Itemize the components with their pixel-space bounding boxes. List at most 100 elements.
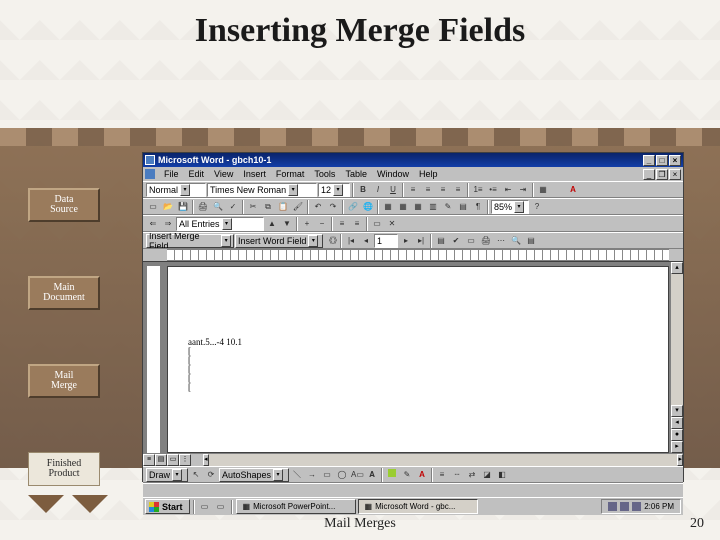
- nav-finished-product[interactable]: Finished Product: [28, 452, 100, 486]
- mailmerge-button[interactable]: ⋯: [494, 234, 508, 248]
- tray-icon[interactable]: [632, 502, 641, 511]
- redo-button[interactable]: ↷: [326, 200, 340, 214]
- insert-word-field-button[interactable]: Insert Word Field ▾: [235, 234, 323, 248]
- web-toolbar-button[interactable]: 🌐: [361, 200, 375, 214]
- wordart-button[interactable]: 𝐀: [365, 468, 379, 482]
- merge-printer-button[interactable]: 🖨: [479, 234, 493, 248]
- arrow-button[interactable]: →: [305, 468, 319, 482]
- rectangle-button[interactable]: ▭: [320, 468, 334, 482]
- bold-button[interactable]: B: [356, 183, 370, 197]
- expand-button[interactable]: +: [300, 217, 314, 231]
- view-merged-button[interactable]: 《》: [324, 234, 338, 248]
- drawing-button[interactable]: ✎: [441, 200, 455, 214]
- close-button[interactable]: ×: [669, 155, 681, 166]
- last-record-button[interactable]: ▸|: [414, 234, 428, 248]
- browse-object-button[interactable]: ●: [671, 429, 683, 441]
- select-objects-button[interactable]: ↖: [189, 468, 203, 482]
- align-center-button[interactable]: ≡: [421, 183, 435, 197]
- taskbar-powerpoint[interactable]: ▦ Microsoft PowerPoint...: [236, 499, 356, 514]
- quicklaunch-icon[interactable]: ▭: [214, 500, 228, 514]
- doc-minimize-button[interactable]: _: [643, 169, 655, 180]
- textbox-button[interactable]: A▭: [350, 468, 364, 482]
- doc-map-button[interactable]: ▤: [456, 200, 470, 214]
- master-doc-button[interactable]: ▭: [370, 217, 384, 231]
- menu-view[interactable]: View: [209, 169, 238, 179]
- scroll-down-button[interactable]: ▾: [671, 405, 683, 417]
- font-combo[interactable]: Times New Roman ▾: [207, 183, 317, 197]
- cut-button[interactable]: ✂: [246, 200, 260, 214]
- scroll-track[interactable]: [671, 274, 683, 405]
- merge-new-doc-button[interactable]: ▭: [464, 234, 478, 248]
- justify-button[interactable]: ≡: [451, 183, 465, 197]
- open-button[interactable]: 📂: [161, 200, 175, 214]
- prev-arrow-icon[interactable]: [28, 495, 64, 513]
- outline-view-button[interactable]: ⋮: [179, 454, 191, 466]
- menu-help[interactable]: Help: [414, 169, 443, 179]
- font-color-button[interactable]: A: [566, 183, 580, 197]
- line-color-button[interactable]: ✎: [400, 468, 414, 482]
- find-record-button[interactable]: 🔍: [509, 234, 523, 248]
- print-button[interactable]: 🖨: [196, 200, 210, 214]
- prev-page-button[interactable]: ◂: [671, 417, 683, 429]
- autoshapes-button[interactable]: AutoShapes ▾: [219, 468, 289, 482]
- normal-view-button[interactable]: ≡: [143, 454, 155, 466]
- scroll-up-button[interactable]: ▴: [671, 262, 683, 274]
- undo-button[interactable]: ↶: [311, 200, 325, 214]
- show-hide-button[interactable]: ¶: [471, 200, 485, 214]
- spellcheck-button[interactable]: ✓: [226, 200, 240, 214]
- menu-insert[interactable]: Insert: [238, 169, 271, 179]
- zoom-combo[interactable]: 85% ▾: [491, 200, 529, 214]
- oval-button[interactable]: ◯: [335, 468, 349, 482]
- outline-combo[interactable]: All Entries ▾: [176, 217, 264, 231]
- check-errors-button[interactable]: ✔: [449, 234, 463, 248]
- document-page[interactable]: aant.5...-4 10.1 [ [ [ [ [: [167, 266, 669, 453]
- doc-control-icon[interactable]: [145, 169, 155, 179]
- record-number-field[interactable]: 1: [374, 234, 398, 248]
- next-arrow-icon[interactable]: [72, 495, 108, 513]
- close-header-button[interactable]: ✕: [385, 217, 399, 231]
- move-down-button[interactable]: ▼: [280, 217, 294, 231]
- nav-main-document[interactable]: Main Document: [28, 276, 100, 310]
- line-button[interactable]: ＼: [290, 468, 304, 482]
- save-button[interactable]: 💾: [176, 200, 190, 214]
- paste-button[interactable]: 📋: [276, 200, 290, 214]
- move-up-button[interactable]: ▲: [265, 217, 279, 231]
- next-record-button[interactable]: ▸: [399, 234, 413, 248]
- dash-style-button[interactable]: ┄: [450, 468, 464, 482]
- menu-window[interactable]: Window: [372, 169, 414, 179]
- arrow-style-button[interactable]: ⇄: [465, 468, 479, 482]
- numbered-list-button[interactable]: 1≡: [471, 183, 485, 197]
- scroll-right-button[interactable]: ▸: [677, 454, 683, 466]
- edit-data-source-button[interactable]: ▤: [524, 234, 538, 248]
- new-doc-button[interactable]: ▭: [146, 200, 160, 214]
- menu-table[interactable]: Table: [340, 169, 372, 179]
- align-right-button[interactable]: ≡: [436, 183, 450, 197]
- nav-mail-merge[interactable]: Mail Merge: [28, 364, 100, 398]
- minimize-button[interactable]: _: [643, 155, 655, 166]
- hyperlink-button[interactable]: 🔗: [346, 200, 360, 214]
- quicklaunch-icon[interactable]: ▭: [198, 500, 212, 514]
- next-page-button[interactable]: ▸: [671, 441, 683, 453]
- horizontal-ruler[interactable]: [167, 249, 669, 261]
- excel-button[interactable]: ▦: [411, 200, 425, 214]
- mailmerge-helper-button[interactable]: ▤: [434, 234, 448, 248]
- tables-borders-button[interactable]: ▦: [381, 200, 395, 214]
- prev-record-button[interactable]: ◂: [359, 234, 373, 248]
- align-left-button[interactable]: ≡: [406, 183, 420, 197]
- borders-button[interactable]: ▦: [536, 183, 550, 197]
- vertical-ruler[interactable]: [147, 266, 161, 453]
- horizontal-scrollbar[interactable]: ≡ ▤ ▭ ⋮ ◂ ▸: [143, 453, 683, 466]
- font-size-combo[interactable]: 12 ▾: [318, 183, 350, 197]
- shadow-button[interactable]: ◪: [480, 468, 494, 482]
- menu-tools[interactable]: Tools: [309, 169, 340, 179]
- italic-button[interactable]: I: [371, 183, 385, 197]
- nav-data-source[interactable]: Data Source: [28, 188, 100, 222]
- format-painter-button[interactable]: 🖌: [291, 200, 305, 214]
- style-combo[interactable]: Normal ▾: [146, 183, 206, 197]
- highlight-button[interactable]: [551, 183, 565, 197]
- show-heading-button[interactable]: ≡: [335, 217, 349, 231]
- system-tray[interactable]: 2:06 PM: [601, 499, 681, 514]
- menu-format[interactable]: Format: [271, 169, 310, 179]
- font-color-draw-button[interactable]: A: [415, 468, 429, 482]
- doc-restore-button[interactable]: ❐: [656, 169, 668, 180]
